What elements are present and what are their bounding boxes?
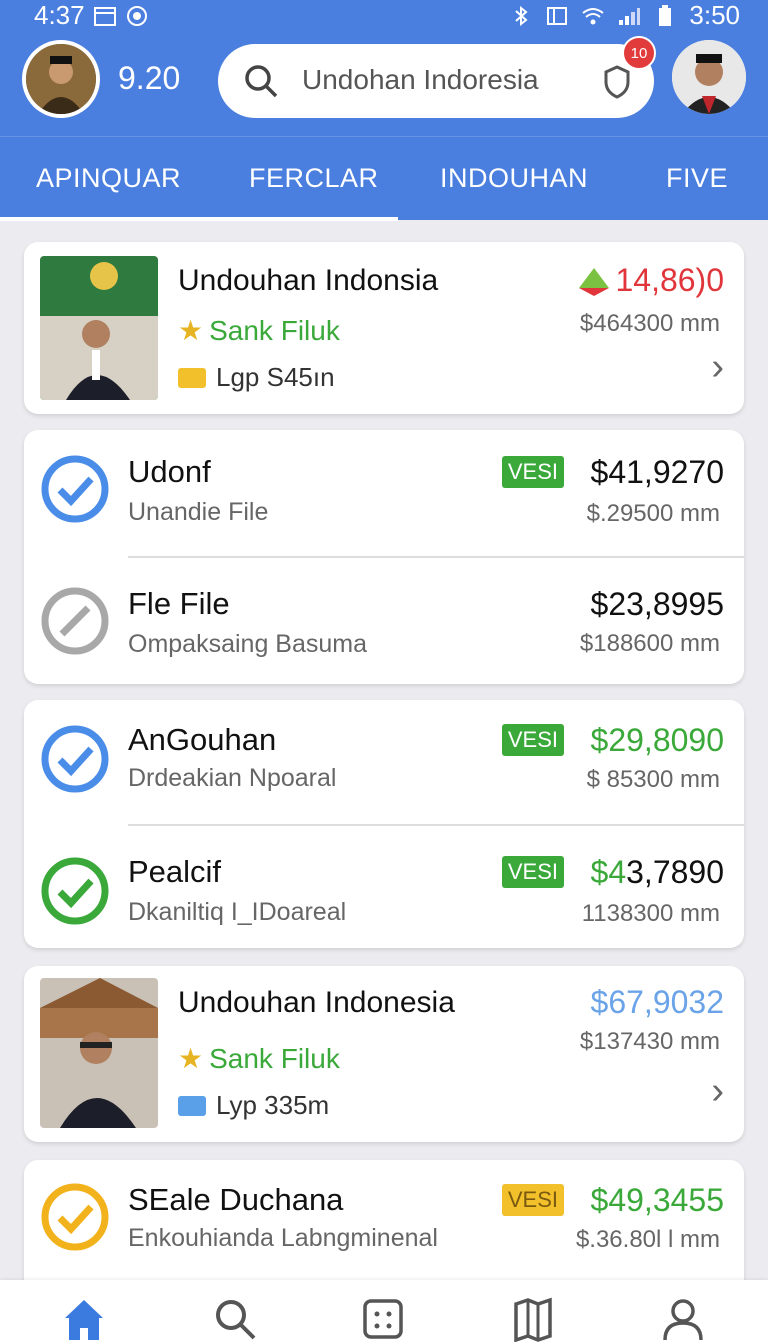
profile-icon[interactable] xyxy=(660,1296,706,1342)
item-amount-value: 3,7890 xyxy=(626,854,724,890)
book-icon[interactable] xyxy=(510,1296,556,1342)
item-amount: $43,7890 xyxy=(591,854,724,891)
item-title: Pealcif xyxy=(128,854,222,889)
tag-label: Lyp 335m xyxy=(216,1090,330,1120)
list-item[interactable]: Udonf Unandie File VESI $41,9270 $.29500… xyxy=(24,430,744,556)
check-circle-icon xyxy=(41,1183,109,1251)
item-sub-amount: $ 85300 mm xyxy=(586,766,720,793)
list-item[interactable]: AnGouhan Drdeakian Npoaral VESI $29,8090… xyxy=(24,700,744,824)
bluetooth-icon xyxy=(515,5,528,26)
item-subtitle: Ompaksaing Basuma xyxy=(128,630,368,658)
status-bar: 4:37 3:50 xyxy=(0,0,768,30)
check-circle-icon xyxy=(41,857,109,925)
item-sub-amount: $188600 mm xyxy=(579,630,720,657)
check-circle-icon xyxy=(41,455,109,523)
disabled-circle-icon xyxy=(41,587,109,655)
feature-sub-amount: $464300 mm xyxy=(579,310,720,337)
transaction-group: SEale Duchana Enkouhianda Labngminenal V… xyxy=(24,1160,744,1290)
list-item[interactable]: Fle File Ompaksaing Basuma $23,8995 $188… xyxy=(24,558,744,684)
list-item[interactable]: SEale Duchana Enkouhianda Labngminenal V… xyxy=(24,1160,744,1280)
feature-amount: 14,86)0 xyxy=(577,262,724,299)
item-amount-prefix: $4 xyxy=(590,854,627,890)
search-icon xyxy=(245,65,278,98)
rating-line: ★ Sank Filuk xyxy=(178,314,340,347)
item-title: AnGouhan xyxy=(128,722,277,757)
transaction-group: Udonf Unandie File VESI $41,9270 $.29500… xyxy=(24,430,744,684)
item-amount: $49,3455 xyxy=(590,1182,724,1218)
chevron-right-icon[interactable]: › xyxy=(711,1070,724,1113)
shield-icon[interactable] xyxy=(602,64,632,100)
search-input[interactable]: Undohan Indoresia xyxy=(302,64,539,96)
rating-label: Sank Filuk xyxy=(209,314,340,346)
avatar-photo xyxy=(26,44,96,114)
tab-bar: APINQUAR FERCLAR INDOUHAN FIVE xyxy=(0,136,768,221)
status-badge: VESI xyxy=(501,456,564,488)
tag-label: Lgp S45ın xyxy=(216,362,335,392)
feature-card[interactable]: Undouhan Indonesia ★ Sank Filuk Lyp 335m… xyxy=(24,966,744,1142)
trend-up-icon xyxy=(579,267,610,296)
bottom-nav xyxy=(0,1280,768,1344)
item-title: SEale Duchana xyxy=(128,1182,344,1217)
list-item[interactable]: Pealcif Dkaniltiq I_IDoareal VESI $43,78… xyxy=(24,826,744,948)
tab-ferclar[interactable]: FERCLAR xyxy=(249,163,379,194)
check-circle-icon xyxy=(41,725,109,793)
tag-icon xyxy=(178,1095,206,1116)
item-subtitle: Drdeakian Npoaral xyxy=(128,764,337,792)
tab-apinquar[interactable]: APINQUAR xyxy=(36,163,181,194)
feature-amount-value: 14,86)0 xyxy=(615,262,724,298)
tab-indouhan[interactable]: INDOUHAN xyxy=(440,163,588,194)
status-time-left: 4:37 xyxy=(34,0,85,30)
item-sub-amount: $.29500 mm xyxy=(586,500,720,527)
status-badge: VESI xyxy=(501,724,564,756)
star-icon: ★ xyxy=(178,315,204,346)
item-amount: $41,9270 xyxy=(590,454,724,490)
chevron-right-icon[interactable]: › xyxy=(711,346,724,389)
tag-line: Lgp S45ın xyxy=(178,362,335,393)
user-avatar[interactable] xyxy=(22,40,100,118)
feature-photo xyxy=(40,978,158,1128)
item-sub-amount: 1138300 mm xyxy=(581,900,720,927)
score-value: 9.20 xyxy=(118,60,181,96)
signal-box-icon xyxy=(547,6,568,25)
search-bar[interactable]: Undohan Indoresia xyxy=(218,44,654,118)
wifi-icon xyxy=(582,7,605,24)
item-subtitle: Dkaniltiq I_IDoareal xyxy=(128,898,347,926)
status-badge: VESI xyxy=(501,1184,564,1216)
feature-sub-amount: $137430 mm xyxy=(579,1028,720,1055)
status-time-right: 3:50 xyxy=(689,0,740,30)
tab-indicator xyxy=(0,217,398,221)
app-header: 4:37 3:50 9.20 Undohan Indoresia 10 APIN… xyxy=(0,0,768,221)
notification-badge: 10 xyxy=(622,36,656,70)
feature-card[interactable]: Undouhan Indonsia ★ Sank Filuk Lgp S45ın… xyxy=(24,242,744,414)
feature-title: Undouhan Indonesia xyxy=(178,986,455,1019)
item-subtitle: Enkouhianda Labngminenal xyxy=(128,1224,438,1252)
tag-line: Lyp 335m xyxy=(178,1090,329,1121)
profile-photo xyxy=(672,40,746,114)
status-badge: VESI xyxy=(501,856,564,888)
app-status-icon xyxy=(126,5,147,26)
feature-title: Undouhan Indonsia xyxy=(178,264,439,297)
item-sub-amount: $.36.80l l mm xyxy=(575,1226,720,1253)
tab-five[interactable]: FIVE xyxy=(666,163,728,194)
rating-line: ★ Sank Filuk xyxy=(178,1042,340,1075)
feature-photo xyxy=(40,256,158,400)
tag-icon xyxy=(178,367,206,388)
item-title: Fle File xyxy=(128,586,230,621)
feature-amount: $67,9032 xyxy=(590,984,724,1020)
transaction-group: AnGouhan Drdeakian Npoaral VESI $29,8090… xyxy=(24,700,744,948)
star-icon: ★ xyxy=(178,1043,204,1074)
battery-icon xyxy=(659,4,672,26)
item-subtitle: Unandie File xyxy=(128,498,269,526)
home-icon[interactable] xyxy=(61,1296,107,1342)
item-amount: $23,8995 xyxy=(590,586,724,622)
search-icon[interactable] xyxy=(212,1296,258,1342)
calendar-icon xyxy=(93,6,116,26)
profile-avatar[interactable] xyxy=(672,40,746,114)
cell-signal-icon xyxy=(619,7,641,25)
rating-label: Sank Filuk xyxy=(209,1042,340,1074)
item-amount: $29,8090 xyxy=(590,722,724,758)
grid-icon[interactable] xyxy=(360,1296,406,1342)
item-title: Udonf xyxy=(128,454,211,489)
